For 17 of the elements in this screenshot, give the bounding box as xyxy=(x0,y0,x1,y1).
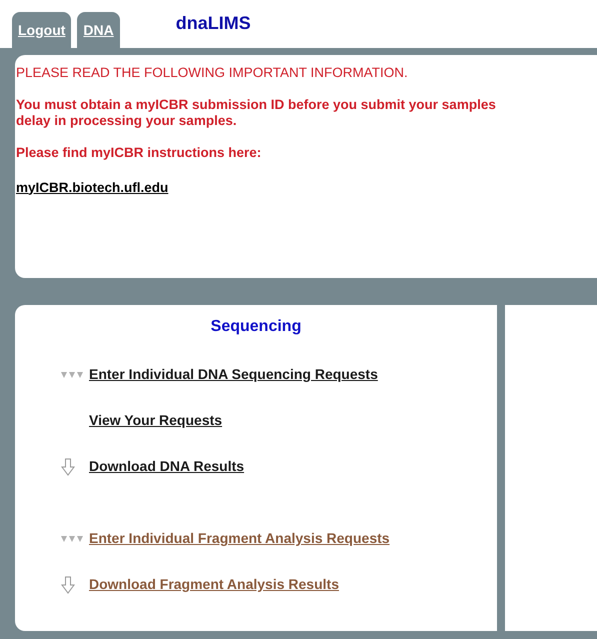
down-arrow-icon xyxy=(61,576,75,594)
notice-heading: PLEASE READ THE FOLLOWING IMPORTANT INFORMATION. xyxy=(16,64,409,82)
instructions-link[interactable]: myICBR.biotech.ufl.edu xyxy=(16,178,168,198)
nav-tab[interactable]: Logout xyxy=(12,12,72,48)
section-title: Sequencing xyxy=(210,316,302,337)
notice-text: Please find myICBR instructions here: xyxy=(16,144,262,162)
down-arrow-icon xyxy=(61,458,75,476)
menu-link[interactable]: Download DNA Results xyxy=(89,456,244,478)
menu-link[interactable]: Enter Individual Fragment Analysis Requests xyxy=(89,528,390,550)
app-title: dnaLIMS xyxy=(176,12,251,34)
nav-tab[interactable]: DNA xyxy=(77,12,120,48)
triangles-icon xyxy=(61,534,85,543)
menu-link[interactable]: View Your Requests xyxy=(89,410,222,432)
notice-text: You must obtain a myICBR submission ID before you submit your samples delay in processing your samples. xyxy=(16,97,497,130)
menu-link[interactable]: Enter Individual DNA Sequencing Requests xyxy=(89,364,378,386)
triangles-icon xyxy=(61,370,85,379)
menu-link[interactable]: Download Fragment Analysis Results xyxy=(89,574,339,596)
